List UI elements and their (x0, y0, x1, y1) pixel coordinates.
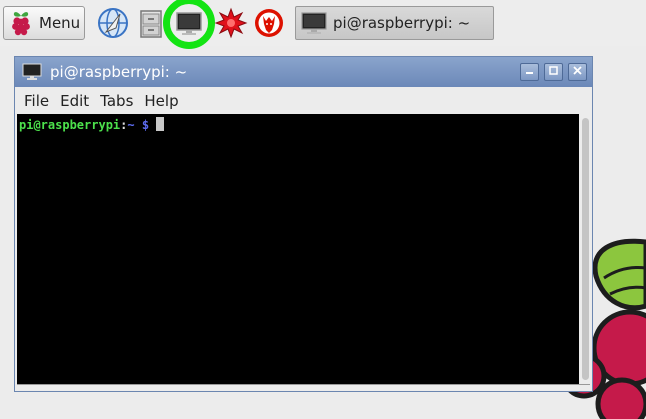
web-browser-launcher[interactable] (96, 6, 130, 40)
mathematica-launcher[interactable] (214, 6, 248, 40)
close-button[interactable] (568, 63, 587, 81)
terminal-window: pi@raspberrypi: ~ File Edit Tabs Help pi… (14, 56, 593, 392)
terminal-icon (22, 63, 42, 80)
maximize-icon (549, 66, 558, 75)
window-menubar: File Edit Tabs Help (15, 87, 592, 114)
prompt-path: ~ $ (127, 118, 150, 132)
close-icon (573, 66, 582, 75)
minimize-button[interactable] (520, 63, 539, 81)
maximize-button[interactable] (544, 63, 563, 81)
menu-edit[interactable]: Edit (60, 92, 89, 110)
terminal-area[interactable]: pi@raspberrypi:~ $ (17, 114, 579, 384)
highlight-ring (163, 0, 215, 49)
minimize-icon (526, 72, 533, 74)
menu-help[interactable]: Help (144, 92, 178, 110)
menu-file[interactable]: File (24, 92, 49, 110)
menu-tabs[interactable]: Tabs (100, 92, 133, 110)
window-bottom-edge (17, 384, 590, 391)
wolfram-icon (255, 9, 283, 37)
text-cursor (156, 117, 165, 131)
taskbar: Menu pi@raspberrypi: ~ (0, 0, 646, 49)
prompt-user-host: pi@raspberrypi (19, 118, 121, 132)
terminal-icon (301, 12, 327, 34)
menu-label: Menu (39, 14, 81, 32)
vertical-scrollbar[interactable] (579, 114, 592, 384)
web-browser-icon (98, 8, 128, 38)
window-title: pi@raspberrypi: ~ (50, 63, 188, 81)
window-titlebar[interactable]: pi@raspberrypi: ~ (15, 57, 592, 87)
taskbar-window-button[interactable]: pi@raspberrypi: ~ (295, 6, 494, 40)
taskbar-window-label: pi@raspberrypi: ~ (333, 14, 471, 32)
mathematica-icon (214, 7, 248, 39)
menu-button[interactable]: Menu (3, 6, 85, 40)
scrollbar-thumb[interactable] (582, 118, 589, 380)
wolfram-launcher[interactable] (252, 6, 286, 40)
raspberry-logo-icon (12, 12, 30, 36)
